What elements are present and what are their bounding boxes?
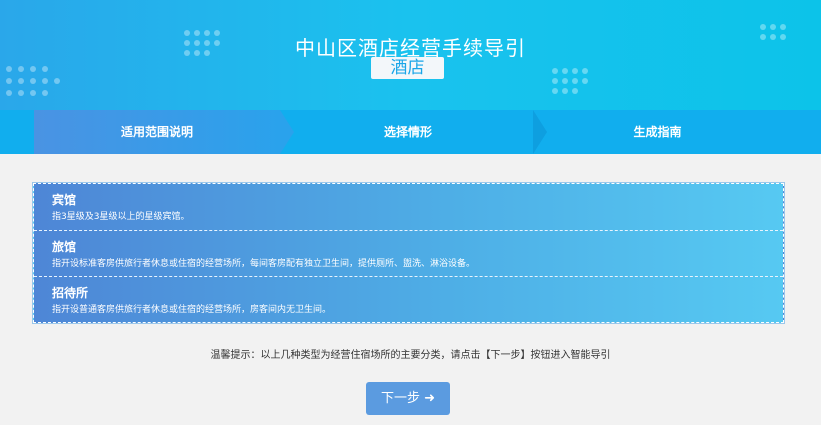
category-list: 宾馆 指3星级及3星级以上的星级宾馆。 旅馆 指开设标准客房供旅行者休息或住宿的… — [33, 183, 784, 323]
decor-dots-right — [552, 64, 602, 104]
item-desc: 指3星级及3星级以上的星级宾馆。 — [52, 212, 190, 222]
arrow-right-icon: ➜ — [419, 391, 436, 406]
next-button-label: 下一步 — [380, 391, 420, 406]
item-title: 旅馆 — [52, 240, 77, 254]
hint-text: 温馨提示：以上几种类型为经营住宿场所的主要分类，请点击【下一步】按钮进入智能导引 — [210, 350, 611, 361]
decor-dots-left — [0, 62, 70, 102]
item-title: 招待所 — [52, 286, 89, 300]
step-scope[interactable]: 适用范围说明 — [34, 110, 294, 154]
step-generate[interactable]: 生成指南 — [547, 110, 768, 154]
list-item[interactable]: 旅馆 指开设标准客房供旅行者休息或住宿的经营场所，每间客房配有独立卫生间，提供厕… — [34, 230, 783, 275]
item-title: 宾馆 — [52, 193, 77, 207]
list-item[interactable]: 招待所 指开设普通客房供旅行者休息或住宿的经营场所，房客间内无卫生间。 — [34, 276, 783, 321]
step-indicator: 适用范围说明 选择情形 生成指南 — [0, 110, 821, 154]
item-desc: 指开设普通客房供旅行者休息或住宿的经营场所，房客间内无卫生间。 — [52, 305, 332, 315]
item-desc: 指开设标准客房供旅行者休息或住宿的经营场所，每间客房配有独立卫生间，提供厕所、盥… — [52, 259, 476, 269]
step-choose[interactable]: 选择情形 — [280, 110, 536, 154]
category-label: 酒店 — [371, 57, 444, 79]
page-header: 中山区酒店经营手续导引 酒店 — [0, 0, 821, 110]
next-step-button[interactable]: 下一步 ➜ — [366, 382, 450, 415]
list-item[interactable]: 宾馆 指3星级及3星级以上的星级宾馆。 — [34, 184, 783, 229]
